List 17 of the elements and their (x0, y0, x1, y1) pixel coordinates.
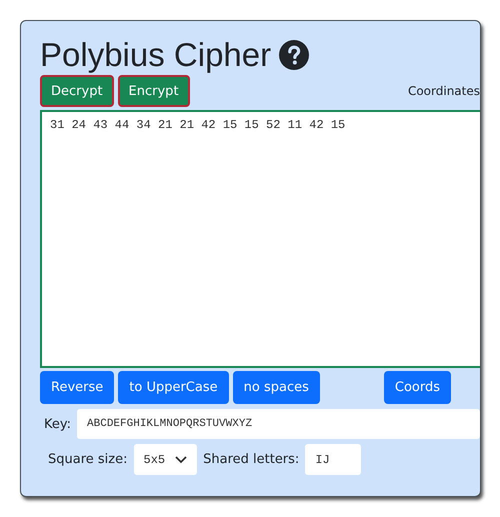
shared-letters-label: Shared letters: (203, 452, 300, 467)
chevron-down-icon (175, 456, 188, 464)
help-icon[interactable] (279, 40, 310, 70)
output-label: Coordinates (408, 84, 480, 98)
shared-letters-field[interactable]: IJ (305, 444, 362, 475)
key-field[interactable]: ABCDEFGHIKLMNOPQRSTUVWXYZ (77, 409, 480, 439)
mode-button[interactable]: Encrypt (118, 75, 190, 107)
page-title: Polybius Cipher (40, 36, 272, 74)
action-button[interactable]: Reverse (40, 371, 114, 404)
text-area[interactable]: 31 24 43 44 34 21 21 42 15 15 52 11 42 15 (40, 110, 480, 368)
mode-button[interactable]: Decrypt (40, 75, 114, 107)
key-label: Key: (44, 416, 72, 432)
square-size-label: Square size: (48, 452, 128, 467)
action-button[interactable]: no spaces (232, 371, 320, 404)
action-button[interactable]: to UpperCase (118, 371, 229, 404)
square-size-select[interactable]: 5x5 (134, 444, 198, 475)
action-button[interactable]: Coords (384, 371, 452, 404)
